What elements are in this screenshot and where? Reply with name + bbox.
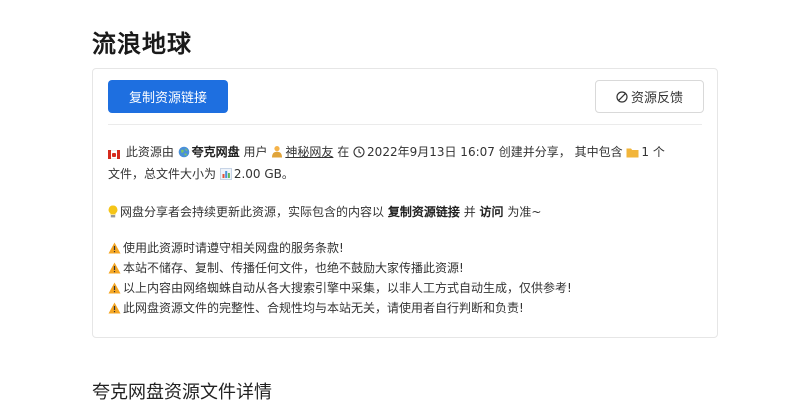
warning-item: 以上内容由网络蜘蛛自动从各大搜索引擎中采集，以非人工方式自动生成，仅供参考! — [108, 278, 704, 298]
clock-icon — [353, 146, 365, 158]
page-title: 流浪地球 — [92, 30, 192, 58]
resource-card: 复制资源链接 资源反馈 此资源由 夸克网盘 用户 神秘网友 在 2022年9月1… — [92, 68, 718, 338]
globe-icon — [178, 146, 189, 158]
warning-item: 此网盘资源文件的完整性、合规性均与本站无关，请使用者自行判断和负责! — [108, 298, 704, 318]
feedback-label: 资源反馈 — [630, 91, 683, 106]
folder-icon — [626, 148, 639, 158]
warning-icon — [108, 282, 121, 294]
file-count: 1 — [641, 145, 650, 159]
warning-icon — [108, 302, 121, 314]
user-icon — [272, 146, 283, 158]
disk-name: 夸克网盘 — [191, 145, 240, 159]
lightbulb-icon — [108, 205, 118, 218]
update-tip: 网盘分享者会持续更新此资源，实际包含的内容以 复制资源链接 并 访问 为准~ — [108, 202, 704, 222]
warning-item: 使用此资源时请遵守相关网盘的服务条款! — [108, 238, 704, 258]
share-info: 此资源由 夸克网盘 用户 神秘网友 在 2022年9月13日 16:07 创建并… — [108, 144, 665, 181]
feedback-button[interactable]: 资源反馈 — [595, 80, 704, 113]
ban-icon — [616, 90, 628, 103]
copy-link-button[interactable]: 复制资源链接 — [108, 80, 228, 113]
resource-info: 此资源由 夸克网盘 用户 神秘网友 在 2022年9月13日 16:07 创建并… — [108, 142, 704, 318]
divider — [108, 124, 702, 125]
warning-item: 本站不储存、复制、传播任何文件，也绝不鼓励大家传播此资源! — [108, 258, 704, 278]
section-title: 夸克网盘资源文件详情 — [92, 382, 272, 403]
created-time: 2022年9月13日 16:07 — [367, 145, 495, 159]
user-link[interactable]: 神秘网友 — [285, 145, 333, 159]
canada-flag-icon — [108, 144, 120, 164]
warning-icon — [108, 242, 121, 254]
bar-chart-icon — [219, 168, 232, 180]
warning-icon — [108, 262, 121, 274]
total-size: 2.00 GB — [233, 167, 282, 181]
